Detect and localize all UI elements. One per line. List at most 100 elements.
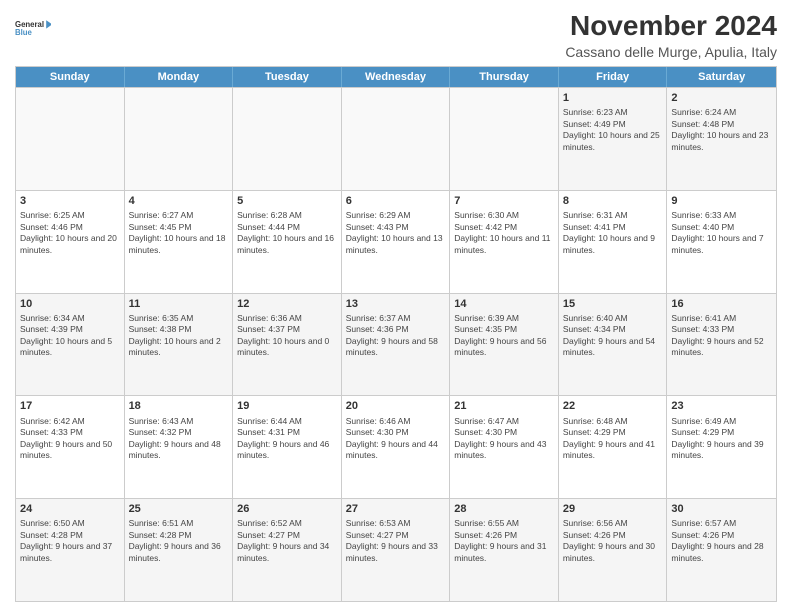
calendar-cell: 25 Sunrise: 6:51 AM Sunset: 4:28 PM Dayli…: [125, 499, 234, 601]
logo: General Blue: [15, 10, 51, 46]
day-number: 8: [563, 194, 663, 208]
day-info: Sunrise: 6:37 AM Sunset: 4:36 PM Dayligh…: [346, 313, 446, 359]
day-info: Sunrise: 6:28 AM Sunset: 4:44 PM Dayligh…: [237, 210, 337, 256]
day-info: Sunrise: 6:30 AM Sunset: 4:42 PM Dayligh…: [454, 210, 554, 256]
day-info: Sunrise: 6:50 AM Sunset: 4:28 PM Dayligh…: [20, 518, 120, 564]
day-number: 26: [237, 502, 337, 516]
day-number: 11: [129, 297, 229, 311]
title-block: November 2024 Cassano delle Murge, Apuli…: [565, 10, 777, 60]
page: General Blue November 2024 Cassano delle…: [0, 0, 792, 612]
day-number: 21: [454, 399, 554, 413]
day-number: 22: [563, 399, 663, 413]
day-info: Sunrise: 6:24 AM Sunset: 4:48 PM Dayligh…: [671, 107, 772, 153]
day-number: 19: [237, 399, 337, 413]
day-number: 18: [129, 399, 229, 413]
day-info: Sunrise: 6:31 AM Sunset: 4:41 PM Dayligh…: [563, 210, 663, 256]
calendar-week-1: 1 Sunrise: 6:23 AM Sunset: 4:49 PM Daylig…: [16, 87, 776, 190]
calendar-cell: [233, 88, 342, 190]
day-info: Sunrise: 6:33 AM Sunset: 4:40 PM Dayligh…: [671, 210, 772, 256]
day-number: 3: [20, 194, 120, 208]
calendar-cell: 23Sunrise: 6:49 AM Sunset: 4:29 PM Dayli…: [667, 396, 776, 498]
day-info: Sunrise: 6:46 AM Sunset: 4:30 PM Dayligh…: [346, 416, 446, 462]
calendar-cell: 2Sunrise: 6:24 AM Sunset: 4:48 PM Daylig…: [667, 88, 776, 190]
day-number: 16: [671, 297, 772, 311]
day-info: Sunrise: 6:34 AM Sunset: 4:39 PM Dayligh…: [20, 313, 120, 359]
svg-text:General: General: [15, 20, 44, 29]
subtitle: Cassano delle Murge, Apulia, Italy: [565, 44, 777, 60]
calendar-cell: [450, 88, 559, 190]
calendar-cell: 28Sunrise: 6:55 AM Sunset: 4:26 PM Dayli…: [450, 499, 559, 601]
day-info: Sunrise: 6:49 AM Sunset: 4:29 PM Dayligh…: [671, 416, 772, 462]
calendar-week-4: 17Sunrise: 6:42 AM Sunset: 4:33 PM Dayli…: [16, 395, 776, 498]
calendar-cell: 29Sunrise: 6:56 AM Sunset: 4:26 PM Dayli…: [559, 499, 668, 601]
day-number: 9: [671, 194, 772, 208]
header: General Blue November 2024 Cassano delle…: [15, 10, 777, 60]
main-title: November 2024: [565, 10, 777, 42]
calendar-cell: 5 Sunrise: 6:28 AM Sunset: 4:44 PM Daylig…: [233, 191, 342, 293]
calendar-cell: 18 Sunrise: 6:43 AM Sunset: 4:32 PM Dayli…: [125, 396, 234, 498]
day-number: 5: [237, 194, 337, 208]
day-info: Sunrise: 6:39 AM Sunset: 4:35 PM Dayligh…: [454, 313, 554, 359]
calendar-cell: [125, 88, 234, 190]
calendar-cell: 11 Sunrise: 6:35 AM Sunset: 4:38 PM Dayli…: [125, 294, 234, 396]
header-day-friday: Friday: [559, 67, 668, 87]
day-info: Sunrise: 6:43 AM Sunset: 4:32 PM Dayligh…: [129, 416, 229, 462]
calendar-cell: 6 Sunrise: 6:29 AM Sunset: 4:43 PM Daylig…: [342, 191, 451, 293]
day-info: Sunrise: 6:57 AM Sunset: 4:26 PM Dayligh…: [671, 518, 772, 564]
calendar-cell: 16 Sunrise: 6:41 AM Sunset: 4:33 PM Dayli…: [667, 294, 776, 396]
calendar-cell: 15 Sunrise: 6:40 AM Sunset: 4:34 PM Dayli…: [559, 294, 668, 396]
day-info: Sunrise: 6:53 AM Sunset: 4:27 PM Dayligh…: [346, 518, 446, 564]
header-day-wednesday: Wednesday: [342, 67, 451, 87]
calendar-cell: 30 Sunrise: 6:57 AM Sunset: 4:26 PM Dayli…: [667, 499, 776, 601]
calendar-header: SundayMondayTuesdayWednesdayThursdayFrid…: [16, 67, 776, 87]
calendar-cell: 21 Sunrise: 6:47 AM Sunset: 4:30 PM Dayli…: [450, 396, 559, 498]
day-info: Sunrise: 6:51 AM Sunset: 4:28 PM Dayligh…: [129, 518, 229, 564]
day-number: 14: [454, 297, 554, 311]
day-info: Sunrise: 6:56 AM Sunset: 4:26 PM Dayligh…: [563, 518, 663, 564]
day-number: 15: [563, 297, 663, 311]
day-info: Sunrise: 6:52 AM Sunset: 4:27 PM Dayligh…: [237, 518, 337, 564]
day-info: Sunrise: 6:44 AM Sunset: 4:31 PM Dayligh…: [237, 416, 337, 462]
calendar-week-5: 24 Sunrise: 6:50 AM Sunset: 4:28 PM Dayli…: [16, 498, 776, 601]
calendar-cell: 24 Sunrise: 6:50 AM Sunset: 4:28 PM Dayli…: [16, 499, 125, 601]
header-day-sunday: Sunday: [16, 67, 125, 87]
calendar-cell: 4Sunrise: 6:27 AM Sunset: 4:45 PM Daylig…: [125, 191, 234, 293]
calendar-cell: 14 Sunrise: 6:39 AM Sunset: 4:35 PM Dayli…: [450, 294, 559, 396]
svg-text:Blue: Blue: [15, 28, 33, 37]
day-info: Sunrise: 6:29 AM Sunset: 4:43 PM Dayligh…: [346, 210, 446, 256]
header-day-tuesday: Tuesday: [233, 67, 342, 87]
day-info: Sunrise: 6:27 AM Sunset: 4:45 PM Dayligh…: [129, 210, 229, 256]
day-number: 6: [346, 194, 446, 208]
day-info: Sunrise: 6:48 AM Sunset: 4:29 PM Dayligh…: [563, 416, 663, 462]
day-info: Sunrise: 6:47 AM Sunset: 4:30 PM Dayligh…: [454, 416, 554, 462]
calendar-cell: 8 Sunrise: 6:31 AM Sunset: 4:41 PM Daylig…: [559, 191, 668, 293]
calendar-cell: 7Sunrise: 6:30 AM Sunset: 4:42 PM Daylig…: [450, 191, 559, 293]
day-number: 27: [346, 502, 446, 516]
day-number: 24: [20, 502, 120, 516]
header-day-monday: Monday: [125, 67, 234, 87]
day-number: 1: [563, 91, 663, 105]
calendar-cell: 3 Sunrise: 6:25 AM Sunset: 4:46 PM Daylig…: [16, 191, 125, 293]
day-info: Sunrise: 6:40 AM Sunset: 4:34 PM Dayligh…: [563, 313, 663, 359]
logo-icon: General Blue: [15, 10, 51, 46]
day-info: Sunrise: 6:23 AM Sunset: 4:49 PM Dayligh…: [563, 107, 663, 153]
day-number: 30: [671, 502, 772, 516]
calendar-body: 1 Sunrise: 6:23 AM Sunset: 4:49 PM Daylig…: [16, 87, 776, 601]
day-info: Sunrise: 6:35 AM Sunset: 4:38 PM Dayligh…: [129, 313, 229, 359]
header-day-saturday: Saturday: [667, 67, 776, 87]
day-number: 17: [20, 399, 120, 413]
calendar-cell: 20Sunrise: 6:46 AM Sunset: 4:30 PM Dayli…: [342, 396, 451, 498]
calendar-week-3: 10 Sunrise: 6:34 AM Sunset: 4:39 PM Dayli…: [16, 293, 776, 396]
calendar-cell: 9 Sunrise: 6:33 AM Sunset: 4:40 PM Daylig…: [667, 191, 776, 293]
calendar-week-2: 3 Sunrise: 6:25 AM Sunset: 4:46 PM Daylig…: [16, 190, 776, 293]
day-number: 10: [20, 297, 120, 311]
day-number: 28: [454, 502, 554, 516]
day-info: Sunrise: 6:41 AM Sunset: 4:33 PM Dayligh…: [671, 313, 772, 359]
calendar-cell: 22 Sunrise: 6:48 AM Sunset: 4:29 PM Dayli…: [559, 396, 668, 498]
day-info: Sunrise: 6:25 AM Sunset: 4:46 PM Dayligh…: [20, 210, 120, 256]
day-number: 13: [346, 297, 446, 311]
day-number: 12: [237, 297, 337, 311]
calendar-cell: 12Sunrise: 6:36 AM Sunset: 4:37 PM Dayli…: [233, 294, 342, 396]
header-day-thursday: Thursday: [450, 67, 559, 87]
day-number: 25: [129, 502, 229, 516]
